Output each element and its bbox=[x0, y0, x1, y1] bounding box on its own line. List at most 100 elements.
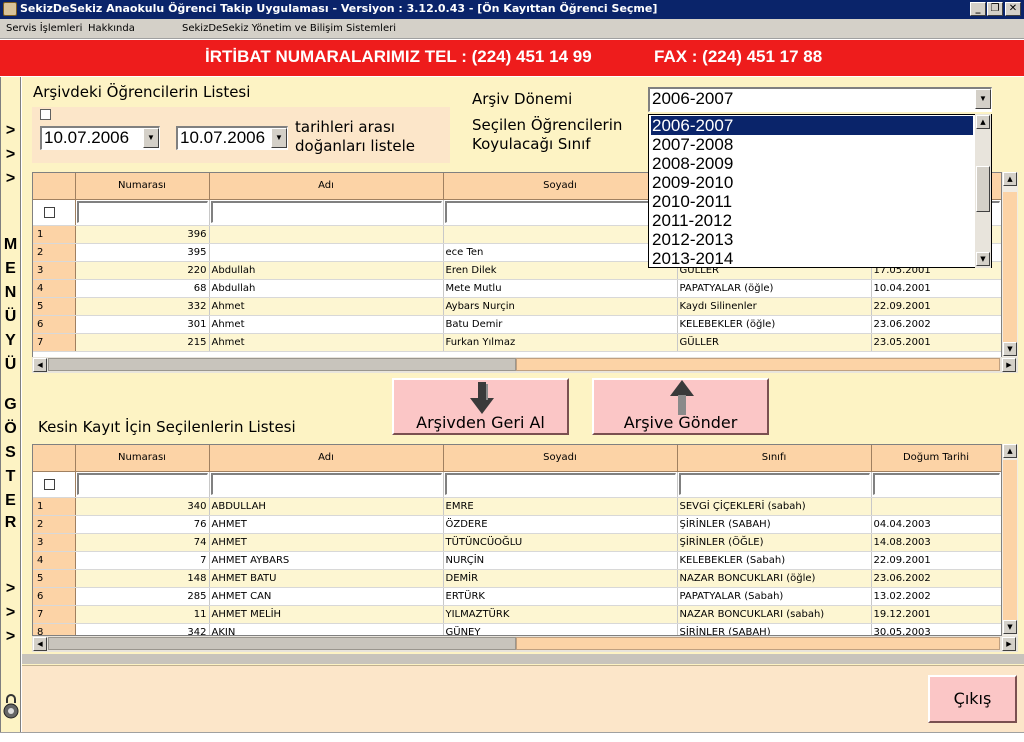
side-letter: M bbox=[3, 236, 18, 253]
scroll-left-icon[interactable]: ◀ bbox=[33, 637, 47, 651]
cell-dob: 23.06.2002 bbox=[871, 569, 1001, 588]
cell-class: Kaydı Silinenler bbox=[677, 297, 872, 316]
table-row[interactable]: 7 215 Ahmet Furkan Yılmaz GÜLLER 23.05.2001 bbox=[33, 333, 1001, 352]
scroll-left-icon[interactable]: ◀ bbox=[33, 358, 47, 372]
scroll-down-icon[interactable]: ▼ bbox=[1003, 342, 1017, 356]
date-from-picker[interactable]: 10.07.2006 ▼ bbox=[40, 126, 160, 150]
period-dropdown-scroll-thumb[interactable] bbox=[976, 166, 990, 212]
menu-item-about[interactable]: Hakkında bbox=[88, 23, 135, 34]
archive-vscroll-thumb[interactable] bbox=[1003, 192, 1017, 342]
cell-number: 215 bbox=[75, 333, 210, 352]
side-arrow: > bbox=[5, 580, 16, 597]
final-hscroll[interactable]: ◀ ▶ bbox=[32, 636, 1018, 652]
table-row[interactable]: 5 332 Ahmet Aybars Nurçin Kaydı Silinenler 22… bbox=[33, 297, 1001, 316]
cell-dob: 19.12.2001 bbox=[871, 605, 1001, 624]
scroll-down-icon[interactable]: ▼ bbox=[1003, 620, 1017, 634]
final-filter-dob-input[interactable] bbox=[872, 473, 1000, 495]
filter-name-input[interactable] bbox=[210, 201, 442, 223]
date-filter-checkbox[interactable] bbox=[40, 109, 51, 120]
date-to-picker[interactable]: 10.07.2006 ▼ bbox=[176, 126, 288, 150]
menu-item-services[interactable]: Servis İşlemleri bbox=[6, 23, 82, 34]
period-option[interactable]: 2006-2007 bbox=[651, 116, 973, 135]
chevron-down-icon[interactable]: ▼ bbox=[143, 128, 159, 148]
scroll-up-icon[interactable]: ▲ bbox=[1003, 172, 1017, 186]
final-filter-name-input[interactable] bbox=[210, 473, 442, 495]
scroll-right-icon[interactable]: ▶ bbox=[1002, 358, 1016, 372]
final-header-surname[interactable]: Soyadı bbox=[443, 445, 678, 472]
final-filter-class-input[interactable] bbox=[678, 473, 870, 495]
period-option[interactable]: 2009-2010 bbox=[651, 173, 973, 192]
exit-button-label: Çıkış bbox=[953, 689, 992, 708]
cell-surname: Aybars Nurçin bbox=[443, 297, 678, 316]
archive-hscroll-track[interactable] bbox=[516, 358, 1000, 371]
row-number: 5 bbox=[33, 297, 76, 316]
restore-from-archive-button[interactable]: Arşivden Geri Al bbox=[392, 378, 569, 435]
cell-number: 76 bbox=[75, 515, 210, 534]
table-row[interactable]: 8 342 AKIN GÜNEY ŞİRİNLER (SABAH) 30.05.2003 bbox=[33, 623, 1001, 635]
final-filter-number-input[interactable] bbox=[76, 473, 208, 495]
table-row[interactable]: 6 301 Ahmet Batu Demir KELEBEKLER (öğle) 23.0… bbox=[33, 315, 1001, 334]
side-letter: Y bbox=[5, 332, 16, 349]
lock-icon[interactable] bbox=[3, 691, 19, 721]
grid-header-name[interactable]: Adı bbox=[209, 173, 444, 200]
close-window-button[interactable]: ✕ bbox=[1005, 2, 1021, 16]
grid-header-number[interactable]: Numarası bbox=[75, 173, 210, 200]
row-number: 8 bbox=[33, 623, 76, 635]
final-vscroll[interactable]: ▲ ▼ bbox=[1002, 444, 1018, 636]
period-select[interactable]: 2006-2007 ▼ bbox=[648, 87, 992, 112]
table-row[interactable]: 7 11 AHMET MELİH YILMAZTÜRK NAZAR BONCUKLARI… bbox=[33, 605, 1001, 624]
final-header-name[interactable]: Adı bbox=[209, 445, 444, 472]
row-number: 2 bbox=[33, 515, 76, 534]
target-class-label-line1: Seçilen Öğrencilerin bbox=[472, 116, 623, 134]
side-arrow: > bbox=[5, 604, 16, 621]
table-row[interactable]: 4 68 Abdullah Mete Mutlu PAPATYALAR (öğle) 10… bbox=[33, 279, 1001, 298]
select-all-checkbox[interactable] bbox=[44, 207, 55, 218]
period-option[interactable]: 2010-2011 bbox=[651, 192, 973, 211]
period-option[interactable]: 2013-2014 bbox=[651, 249, 973, 268]
archive-hscroll-thumb[interactable] bbox=[48, 358, 516, 371]
table-row[interactable]: 5 148 AHMET BATU DEMİR NAZAR BONCUKLARI (öğl… bbox=[33, 569, 1001, 588]
archive-hscroll[interactable]: ◀ ▶ bbox=[32, 357, 1018, 373]
row-number: 6 bbox=[33, 587, 76, 606]
table-row[interactable]: 1 340 ABDULLAH EMRE SEVGİ ÇİÇEKLERİ (sabah) bbox=[33, 497, 1001, 516]
restore-window-button[interactable]: ❐ bbox=[987, 2, 1003, 16]
final-filter-surname-input[interactable] bbox=[444, 473, 676, 495]
menu-item-company[interactable]: SekizDeSekiz Yönetim ve Bilişim Sistemle… bbox=[182, 23, 396, 34]
scroll-up-icon[interactable]: ▲ bbox=[1003, 444, 1017, 458]
grid-header-surname[interactable]: Soyadı bbox=[443, 173, 678, 200]
minimize-button[interactable]: _ bbox=[970, 2, 986, 16]
table-row[interactable]: 2 76 AHMET ÖZDERE ŞİRİNLER (SABAH) 04.04.2003 bbox=[33, 515, 1001, 534]
final-header-number[interactable]: Numarası bbox=[75, 445, 210, 472]
scroll-down-icon[interactable]: ▼ bbox=[976, 252, 990, 266]
row-number: 3 bbox=[33, 533, 76, 552]
splitter-bar[interactable] bbox=[22, 654, 1024, 664]
period-dropdown-scroll[interactable]: ▲ ▼ bbox=[975, 114, 991, 268]
chevron-down-icon[interactable]: ▼ bbox=[271, 128, 287, 148]
archive-vscroll[interactable]: ▲ ▼ bbox=[1002, 172, 1018, 358]
side-menu-toggle[interactable]: > > > M E N Ü Y Ü G Ö S T E R > > > bbox=[0, 77, 21, 732]
final-hscroll-thumb[interactable] bbox=[48, 637, 516, 650]
filter-surname-input[interactable] bbox=[444, 201, 676, 223]
final-hscroll-track[interactable] bbox=[516, 637, 1000, 650]
final-header-dob[interactable]: Doğum Tarihi bbox=[871, 445, 1001, 472]
filter-number-input[interactable] bbox=[76, 201, 208, 223]
final-vscroll-thumb[interactable] bbox=[1003, 460, 1017, 620]
scroll-right-icon[interactable]: ▶ bbox=[1002, 637, 1016, 651]
final-header-class[interactable]: Sınıfı bbox=[677, 445, 872, 472]
cell-number: 285 bbox=[75, 587, 210, 606]
side-letter: N bbox=[4, 284, 17, 301]
period-option[interactable]: 2008-2009 bbox=[651, 154, 973, 173]
final-select-all-checkbox[interactable] bbox=[44, 479, 55, 490]
exit-button[interactable]: Çıkış bbox=[928, 675, 1017, 723]
select-all-cell bbox=[33, 199, 76, 226]
chevron-down-icon[interactable]: ▼ bbox=[975, 89, 991, 109]
cell-number: 7 bbox=[75, 551, 210, 570]
table-row[interactable]: 4 7 AHMET AYBARS NURÇİN KELEBEKLER (Sabah) 22… bbox=[33, 551, 1001, 570]
send-to-archive-button[interactable]: Arşive Gönder bbox=[592, 378, 769, 435]
scroll-up-icon[interactable]: ▲ bbox=[976, 115, 990, 129]
table-row[interactable]: 3 74 AHMET TÜTÜNCÜOĞLU ŞİRİNLER (ÖĞLE) 14.08.… bbox=[33, 533, 1001, 552]
period-option[interactable]: 2011-2012 bbox=[651, 211, 973, 230]
period-option[interactable]: 2012-2013 bbox=[651, 230, 973, 249]
table-row[interactable]: 6 285 AHMET CAN ERTÜRK PAPATYALAR (Sabah) 13.… bbox=[33, 587, 1001, 606]
period-option[interactable]: 2007-2008 bbox=[651, 135, 973, 154]
